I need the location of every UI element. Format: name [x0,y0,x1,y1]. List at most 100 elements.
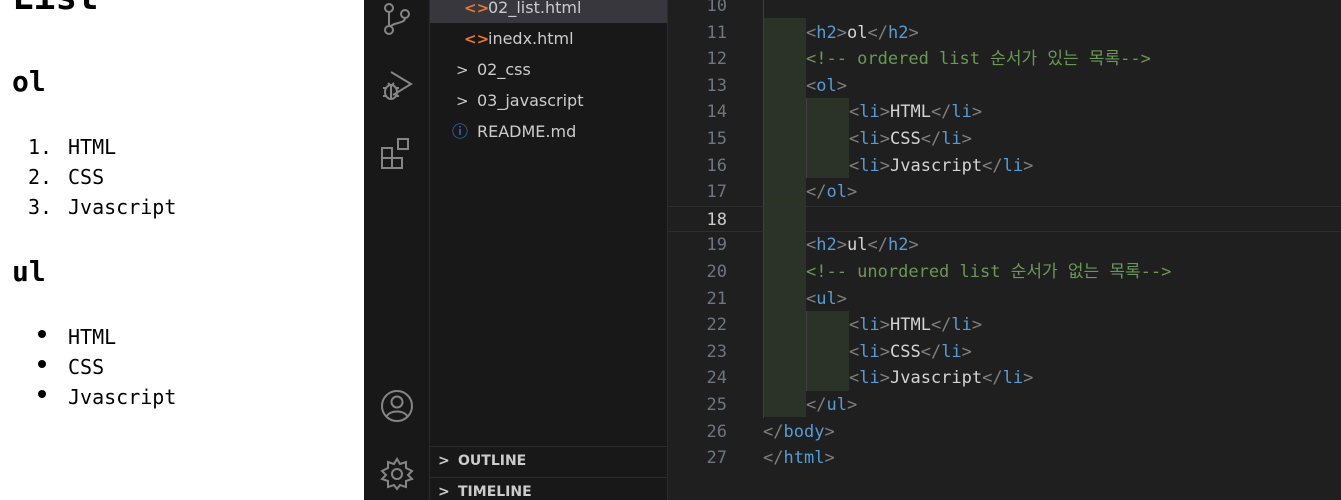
code-line[interactable]: 26 </body> [668,419,1341,446]
code-token: > [879,368,890,389]
file-label: inedx.html [488,29,574,48]
code-token: ol [816,75,837,96]
code-text: </ol> [806,179,857,205]
list-marker: 2. [28,165,53,189]
code-token: </ [867,235,888,256]
ordered-list: 1. HTML 2. CSS 3. Jvascript [28,132,176,222]
code-token: li [859,129,880,149]
code-line[interactable]: 19 <h2>ul</h2> [668,232,1341,259]
timeline-section[interactable]: > TIMELINE [430,477,667,500]
code-token: li [941,341,962,362]
code-token: li [951,102,972,123]
code-token: > [971,102,983,123]
line-number: 16 [706,155,727,176]
code-token: </ [920,341,942,362]
code-line[interactable]: 11 <h2>ol</h2> [668,20,1341,47]
list-item-text: CSS [68,165,105,189]
list-item-text: HTML [68,135,117,159]
line-number: 22 [706,315,727,336]
list-item: 3. Jvascript [28,192,176,222]
code-token: </ [763,421,784,442]
code-token: > [824,448,835,469]
code-token: </ [982,155,1003,176]
code-token: <!-- unordered list 순서가 없는 목록--> [806,262,1172,282]
file-02-list-html[interactable]: <> 02_list.html [430,0,667,23]
list-item-text: Jvascript [68,385,177,409]
file-inedx-html[interactable]: <> inedx.html [430,28,667,54]
code-token: > [908,22,919,43]
code-line[interactable]: 15 <li>CSS</li> [668,126,1341,153]
code-token: CSS [889,341,921,362]
file-readme-md[interactable]: ⓘ README.md [430,121,667,147]
code-token: > [879,102,890,123]
heading-ul: ul [12,255,46,288]
unordered-list: HTML CSS Jvascript [28,322,176,412]
code-line[interactable]: 10 [668,0,1341,20]
code-line[interactable]: 18 [668,205,1341,233]
code-token: li [859,368,880,389]
code-line[interactable]: 12 <!-- ordered list 순서가 있는 목록--> [668,46,1341,73]
file-label: README.md [477,122,577,141]
code-token: CSS [889,129,921,149]
browser-preview: List ol 1. HTML 2. CSS 3. Jvascript ul HTML… [0,0,364,500]
code-line[interactable]: 25 </ul> [668,392,1341,419]
code-token: > [961,341,972,362]
code-line[interactable]: 24 <li>Jvascript</li> [668,365,1341,392]
page-heading-list: List [12,0,99,18]
line-number: 21 [706,288,727,309]
code-token: > [846,182,858,203]
settings-gear-icon[interactable] [379,456,415,492]
code-token: > [971,315,983,336]
code-line[interactable]: 22 <li>HTML</li> [668,312,1341,339]
code-token: li [941,129,962,149]
code-token: ul [826,395,847,415]
code-line[interactable]: 17 </ol> [668,179,1341,206]
code-token: > [836,22,847,43]
code-token: > [879,155,890,176]
line-number: 24 [706,368,727,389]
code-token: h2 [887,235,909,256]
html-file-icon: <> [464,0,490,17]
code-line[interactable]: 16 <li>Jvascript</li> [668,153,1341,180]
code-token: < [849,368,860,389]
code-line[interactable]: 23 <li>CSS</li> [668,339,1341,366]
code-line[interactable]: 21 <ul> [668,286,1341,313]
folder-label: 02_css [477,60,531,79]
code-token: > [879,129,890,149]
code-token: html [783,448,825,469]
extensions-icon[interactable] [379,136,415,172]
code-line[interactable]: 13 <ol> [668,73,1341,100]
source-control-icon[interactable] [379,0,415,36]
outline-section[interactable]: > OUTLINE [430,446,667,476]
code-token: </ [930,315,952,336]
code-line[interactable]: 20 <!-- unordered list 순서가 없는 목록--> [668,259,1341,286]
explorer-sidebar: <> 02_list.html <> inedx.html > 02_css >… [430,0,668,500]
list-item-text: HTML [68,325,117,349]
folder-03-javascript[interactable]: > 03_javascript [430,90,667,116]
line-number: 12 [706,49,727,70]
code-line[interactable]: 27 </html> [668,445,1341,472]
folder-02-css[interactable]: > 02_css [430,59,667,85]
code-token: > [961,129,972,149]
line-number: 26 [706,421,727,442]
code-token: < [806,235,817,256]
code-text: <li>HTML</li> [849,312,982,338]
line-number: 14 [706,102,727,123]
code-text: <li>CSS</li> [849,126,972,152]
code-text: <h2>ul</h2> [806,232,919,258]
code-token: > [879,315,890,336]
code-token: HTML [889,102,931,123]
code-text: <ol> [806,73,847,99]
list-item: 2. CSS [28,162,176,192]
code-token: </ [920,129,942,149]
run-debug-icon[interactable] [379,68,415,104]
code-token: li [1002,368,1024,389]
code-editor[interactable]: 10 11 <h2>ol</h2> 12 <!-- ordered list 순서가 있… [668,0,1341,500]
code-text: <li>HTML</li> [849,99,982,125]
code-text: <li>CSS</li> [849,339,972,365]
account-icon[interactable] [379,388,415,424]
code-token: li [859,155,880,176]
code-line[interactable]: 14 <li>HTML</li> [668,99,1341,126]
list-item-text: CSS [68,355,105,379]
code-token: </ [806,182,827,203]
